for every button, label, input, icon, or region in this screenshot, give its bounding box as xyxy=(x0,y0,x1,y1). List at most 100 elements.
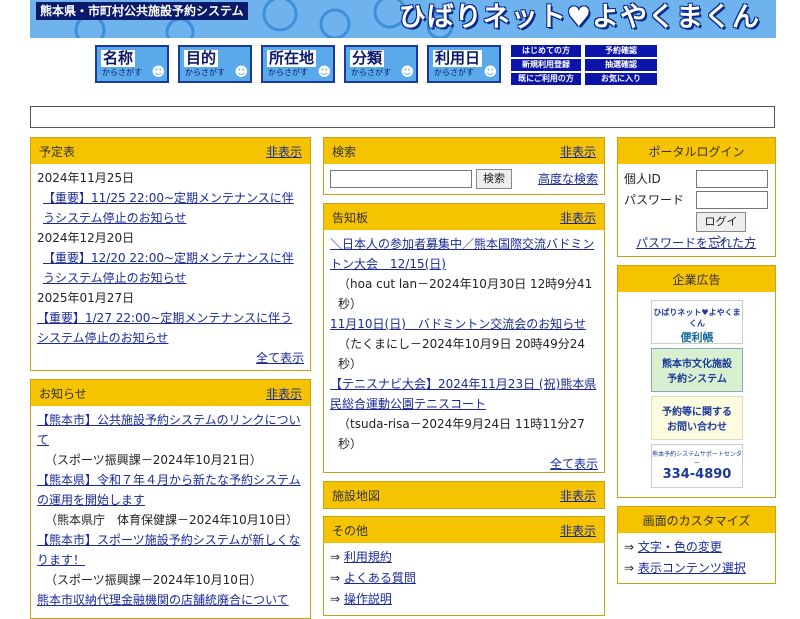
login-button[interactable]: ログイン xyxy=(696,212,746,246)
others-header: その他 非表示 xyxy=(324,517,604,543)
schedule-title: 予定表 xyxy=(39,144,76,159)
ad-banner-culture[interactable]: 熊本市文化施設 予約システム xyxy=(651,348,743,392)
password-label: パスワード xyxy=(624,193,685,207)
menu-favorites[interactable]: お気に入り xyxy=(585,73,657,85)
menu-existing-users[interactable]: 既にご利用の方 xyxy=(511,73,581,85)
board-meta: （tsuda-risa－2024年9月24日 11時11分27秒） xyxy=(338,417,585,451)
search-hide-link[interactable]: 非表示 xyxy=(560,143,596,160)
notices-title: お知らせ xyxy=(39,386,87,401)
ad-text: お問い合わせ xyxy=(667,422,727,433)
customize-panel: 画面のカスタマイズ ⇒ 文字・色の変更 ⇒ 表示コンテンツ選択 xyxy=(617,506,776,584)
ad-text: 予約等に関する xyxy=(662,407,732,418)
schedule-item-link[interactable]: 【重要】11/25 22:00~定期メンテナンスに伴うシステム停止のお知らせ xyxy=(37,188,304,228)
facility-map-panel: 施設地図 非表示 xyxy=(323,481,605,509)
ad-phone: 334-4890 xyxy=(662,467,732,482)
brand-logo[interactable]: ひばりネット♥よやくまくん xyxy=(399,1,760,35)
search-by-purpose-label: 目的 xyxy=(184,49,219,67)
text-color-change-link[interactable]: 文字・色の変更 xyxy=(638,540,722,554)
board-meta: （hoa cut lan－2024年10月30日 12時9分41秒） xyxy=(338,277,593,311)
ad-text: 熊本市文化施設 xyxy=(662,359,732,370)
schedule-item-link[interactable]: 【重要】12/20 22:00~定期メンテナンスに伴うシステム停止のお知らせ xyxy=(37,248,304,288)
ad-banner-guide[interactable]: ひばりネット♥よやくまくん 便利帳 xyxy=(651,300,743,344)
faq-link[interactable]: よくある質問 xyxy=(344,571,416,585)
search-by-date-button[interactable]: 利用日 からさがす ☻ xyxy=(427,45,501,83)
ads-panel: 企業広告 ひばりネット♥よやくまくん 便利帳 熊本市文化施設 予約システム 予約… xyxy=(617,265,776,498)
user-id-label: 個人ID xyxy=(624,172,661,186)
mascot-face-icon: ☻ xyxy=(234,65,248,80)
search-by-location-label: 所在地 xyxy=(267,49,317,67)
ads-title: 企業広告 xyxy=(672,272,721,287)
schedule-header: 予定表 非表示 xyxy=(31,138,310,164)
schedule-hide-link[interactable]: 非表示 xyxy=(266,143,302,160)
search-by-location-sub: からさがす xyxy=(268,68,308,77)
search-by-category-label: 分類 xyxy=(350,49,385,67)
login-title: ポータルログイン xyxy=(648,144,745,159)
header-banner: 熊本県・市町村公共施設予約システム ひばりネット♥よやくまくん xyxy=(30,0,776,38)
menu-reservation-check[interactable]: 予約確認 xyxy=(585,45,657,57)
board-item-link[interactable]: ＼日本人の参加者募集中／熊本国際交流バドミントン大会 12/15(日) xyxy=(330,234,598,274)
search-by-category-button[interactable]: 分類 からさがす ☻ xyxy=(344,45,418,83)
notices-panel: お知らせ 非表示 【熊本市】公共施設予約システムのリンクについて （スポーツ振興… xyxy=(30,379,311,619)
facility-map-title: 施設地図 xyxy=(332,488,381,503)
arrow-right-icon: ⇒ xyxy=(624,540,635,554)
user-id-input[interactable] xyxy=(696,170,768,188)
board-show-all-link[interactable]: 全て表示 xyxy=(550,457,598,471)
customize-header: 画面のカスタマイズ xyxy=(618,507,775,533)
search-submit-button[interactable]: 検索 xyxy=(476,169,512,189)
search-by-date-sub: からさがす xyxy=(434,68,474,77)
arrow-right-icon: ⇒ xyxy=(624,561,635,575)
search-by-purpose-button[interactable]: 目的 からさがす ☻ xyxy=(178,45,252,83)
board-panel: 告知板 非表示 ＼日本人の参加者募集中／熊本国際交流バドミントン大会 12/15… xyxy=(323,203,605,473)
schedule-panel: 予定表 非表示 2024年11月25日 【重要】11/25 22:00~定期メン… xyxy=(30,137,311,371)
board-item-link[interactable]: 【テニスナビ大会】2024年11月23日 (祝)熊本県民総合運動公園テニスコート xyxy=(330,374,598,414)
board-header: 告知板 非表示 xyxy=(324,204,604,230)
search-header: 検索 非表示 xyxy=(324,138,604,164)
menu-lottery-check[interactable]: 抽選確認 xyxy=(585,59,657,71)
board-hide-link[interactable]: 非表示 xyxy=(560,209,596,226)
notice-item-link[interactable]: 【熊本市】公共施設予約システムのリンクについて xyxy=(37,410,304,450)
login-panel: ポータルログイン 個人ID パスワード ログイン パスワードを忘れた方 xyxy=(617,137,776,257)
ad-text: ひばりネット♥よやくまくん xyxy=(653,308,741,328)
notice-item-link[interactable]: 【熊本県】令和７年４月から新たな予約システムの運用を開始します xyxy=(37,470,304,510)
board-meta: （たくまにし－2024年10月9日 20時49分24秒） xyxy=(338,337,586,371)
search-title: 検索 xyxy=(332,144,357,159)
menu-new-registration[interactable]: 新規利用登録 xyxy=(511,59,581,71)
ad-banner-support[interactable]: 熊本予約システムサポートセンター 334-4890 xyxy=(651,444,743,488)
board-title: 告知板 xyxy=(332,210,369,225)
customize-title: 画面のカスタマイズ xyxy=(642,513,751,528)
mascot-face-icon: ☻ xyxy=(483,65,497,80)
mascot-face-icon: ☻ xyxy=(317,65,331,80)
search-by-location-button[interactable]: 所在地 からさがす ☻ xyxy=(261,45,335,83)
password-input[interactable] xyxy=(696,191,768,209)
others-hide-link[interactable]: 非表示 xyxy=(560,522,596,539)
notice-item-link[interactable]: 熊本市収納代理金融機関の店舗統廃合について xyxy=(37,590,304,610)
board-item-link[interactable]: 11月10日(日) バドミントン交流会のお知らせ xyxy=(330,314,598,334)
facility-map-header: 施設地図 非表示 xyxy=(324,482,604,508)
advanced-search-link[interactable]: 高度な検索 xyxy=(538,170,598,187)
terms-of-use-link[interactable]: 利用規約 xyxy=(344,550,392,564)
mascot-face-icon: ☻ xyxy=(151,65,165,80)
notice-meta: （スポーツ振興課－2024年10月10日） xyxy=(45,573,262,587)
system-name: 熊本県・市町村公共施設予約システム xyxy=(36,2,248,20)
mascot-face-icon: ☻ xyxy=(400,65,414,80)
schedule-date: 2025年01月27日 xyxy=(37,291,135,305)
schedule-date: 2024年12月20日 xyxy=(37,231,135,245)
keyword-search-input[interactable] xyxy=(330,170,472,188)
schedule-date: 2024年11月25日 xyxy=(37,171,135,185)
search-by-name-label: 名称 xyxy=(101,49,136,67)
notices-hide-link[interactable]: 非表示 xyxy=(266,385,302,402)
search-by-name-sub: からさがす xyxy=(102,68,142,77)
others-title: その他 xyxy=(332,523,369,538)
search-by-name-button[interactable]: 名称 からさがす ☻ xyxy=(95,45,169,83)
ad-text: 熊本予約システムサポートセンター xyxy=(652,451,742,467)
content-select-link[interactable]: 表示コンテンツ選択 xyxy=(638,561,746,575)
menu-first-time[interactable]: はじめての方 xyxy=(511,45,581,57)
facility-map-hide-link[interactable]: 非表示 xyxy=(560,487,596,504)
search-by-purpose-sub: からさがす xyxy=(185,68,225,77)
notice-item-link[interactable]: 【熊本市】スポーツ施設予約システムが新しくなります！ xyxy=(37,530,304,570)
schedule-item-link[interactable]: 【重要】1/27 22:00~定期メンテナンスに伴うシステム停止のお知らせ xyxy=(37,308,304,348)
schedule-show-all-link[interactable]: 全て表示 xyxy=(256,351,304,365)
forgot-password-link[interactable]: パスワードを忘れた方 xyxy=(636,234,756,251)
ad-text: 便利帳 xyxy=(680,331,714,344)
ad-banner-inquiry[interactable]: 予約等に関する お問い合わせ xyxy=(651,396,743,440)
